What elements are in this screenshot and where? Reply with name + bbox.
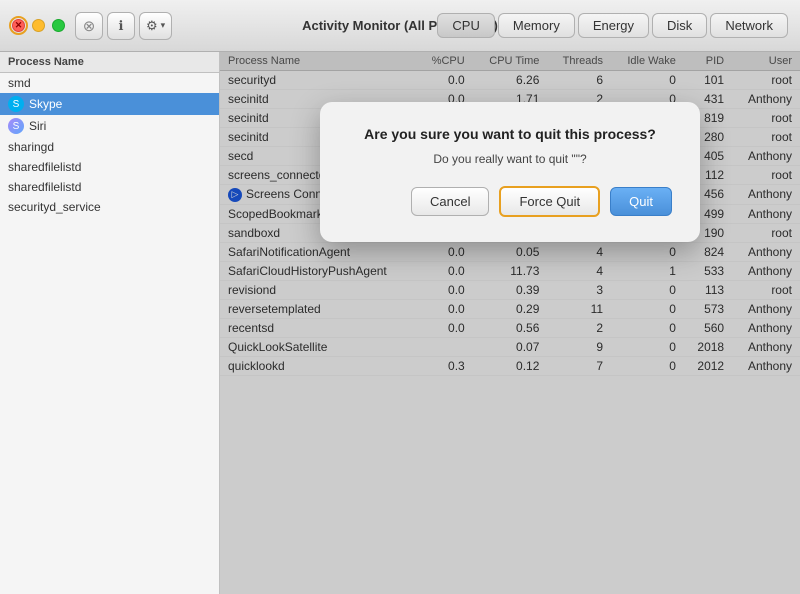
process-name: securityd_service [8,200,101,214]
minimize-button[interactable] [32,19,45,32]
dialog-body-suffix: "? [576,152,587,166]
maximize-button[interactable] [52,19,65,32]
dialog-body-text: Do you really want to quit " [433,152,575,166]
chevron-down-icon: ▾ [161,20,166,31]
dialog-overlay: Are you sure you want to quit this proce… [220,52,800,594]
tab-bar: CPU Memory Energy Disk Network [437,13,788,38]
skype-icon: S [8,96,24,112]
process-name: sharedfilelistd [8,180,81,194]
tab-energy[interactable]: Energy [578,13,649,38]
tab-cpu[interactable]: CPU [437,13,494,38]
process-name: Skype [29,97,62,111]
process-list-sidebar: Process Name smd S Skype S Siri sharingd… [0,52,220,594]
tab-memory[interactable]: Memory [498,13,575,38]
title-bar: ✕ ⊗ ℹ ⚙ ▾ Activity Monitor (All Processe… [0,0,800,52]
right-content: Process Name %CPU CPU Time Threads Idle … [220,52,800,594]
list-item-skype[interactable]: S Skype [0,93,219,115]
process-list-header: Process Name [0,52,219,73]
siri-icon: S [8,118,24,134]
list-item[interactable]: smd [0,73,219,93]
process-name: sharingd [8,140,54,154]
info-button[interactable]: ℹ [107,12,135,40]
force-quit-button[interactable]: Force Quit [499,186,600,217]
tab-network[interactable]: Network [710,13,788,38]
dialog-title: Are you sure you want to quit this proce… [348,126,672,142]
tab-disk[interactable]: Disk [652,13,707,38]
quit-dialog: Are you sure you want to quit this proce… [320,102,700,242]
window-controls: ✕ [12,19,65,32]
list-item[interactable]: sharedfilelistd [0,157,219,177]
gear-icon: ⚙ [146,18,158,34]
stop-button[interactable]: ⊗ [75,12,103,40]
process-name: Siri [29,119,46,133]
toolbar-icons: ⊗ ℹ ⚙ ▾ [75,12,172,40]
main-content: Process Name smd S Skype S Siri sharingd… [0,52,800,594]
list-item-siri[interactable]: S Siri [0,115,219,137]
quit-button[interactable]: Quit [610,187,672,216]
list-item[interactable]: sharingd [0,137,219,157]
close-button[interactable]: ✕ [12,19,25,32]
list-item[interactable]: sharedfilelistd [0,177,219,197]
gear-menu[interactable]: ⚙ ▾ [139,12,172,40]
list-item[interactable]: securityd_service [0,197,219,217]
dialog-body: Do you really want to quit ""? [348,152,672,166]
cancel-button[interactable]: Cancel [411,187,489,216]
process-name: smd [8,76,31,90]
dialog-buttons: Cancel Force Quit Quit [348,186,672,217]
process-name: sharedfilelistd [8,160,81,174]
